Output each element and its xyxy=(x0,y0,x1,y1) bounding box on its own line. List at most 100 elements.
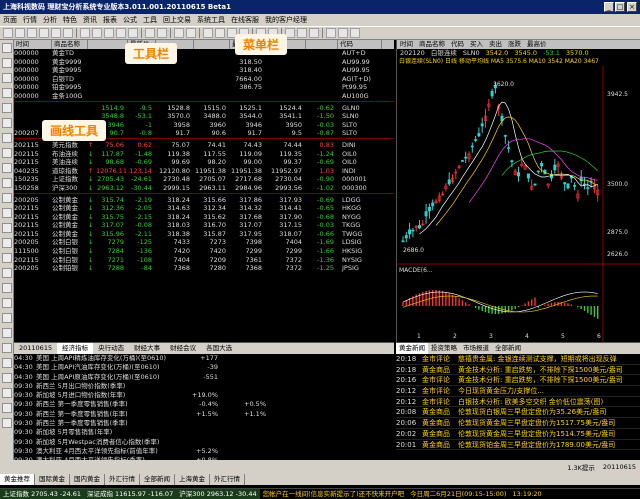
quote-row[interactable]: 000000 黄金9999 318.50 AU99.99 xyxy=(14,58,394,67)
quote-row[interactable]: 202115 美元指数 ↑ 75.06 0.62 75.07 74.41 74.43 74.44… xyxy=(14,140,394,150)
econ-row[interactable]: 09:30 新西兰 第一季度零售销售(季率) xyxy=(14,419,394,428)
news-tab[interactable]: 市场报道 xyxy=(460,343,492,354)
magnet-tool-icon[interactable] xyxy=(2,373,12,383)
ruler-tool-icon[interactable] xyxy=(2,403,12,413)
zoom-out-icon[interactable] xyxy=(104,28,114,38)
quote-row[interactable]: 202115 公制黄金 ↓ 317.07 -0.08 318.03 316.70 317.07… xyxy=(14,221,394,230)
quote-col-header[interactable] xyxy=(306,40,338,49)
quote-row[interactable]: 000000 金条100G AU100G xyxy=(14,92,394,101)
menu-item-1[interactable]: 行情 xyxy=(20,15,40,25)
econ-tab[interactable]: 央行动态 xyxy=(93,343,129,354)
menu-item-7[interactable]: 工具 xyxy=(140,15,160,25)
quote-row[interactable]: 111500 公制白银 ↓ 7284 -136 7420 7420 7299 7299 -1.66… xyxy=(14,247,394,256)
quote-row[interactable]: 202115 布油连续 ↓ 117.87 -1.48 119.38 117.55 119.09… xyxy=(14,150,394,159)
maximize-button[interactable]: □ xyxy=(615,2,625,12)
chart-icon[interactable] xyxy=(297,28,307,38)
cursor-tool-icon[interactable] xyxy=(2,43,12,53)
bottom-tab[interactable]: 外汇行情 xyxy=(210,474,245,485)
econ-tab[interactable]: 各国大选 xyxy=(201,343,237,354)
quote-row[interactable]: 000000 黄金9995 318.40 AU99.95 xyxy=(14,66,394,75)
news-item[interactable]: 20:18 黄金商品 黄金技术分析: 重启跌势，不排除下探1500美元/盎司 xyxy=(396,365,640,376)
quote-row[interactable]: 202115 公制黄金 ↓ 315.75 -2.15 318.24 315.62 317.68… xyxy=(14,213,394,222)
minimize-button[interactable]: _ xyxy=(604,2,614,12)
econ-row[interactable]: 09:30 新西兰 第一季度零售销售(季率) -0.4% +0.5% xyxy=(14,400,394,409)
pen-tool-icon[interactable] xyxy=(2,418,12,428)
news-item[interactable]: 20:18 金市评论 慈禧贵金属: 金银连续测试支撑，短期或将出现反弹 xyxy=(396,354,640,365)
trend-icon[interactable] xyxy=(128,28,138,38)
calc-icon[interactable] xyxy=(338,28,348,38)
econ-row[interactable]: 09:30 澳大利亚 4月西太平洋领先指标(前值年率) +5.2% xyxy=(14,447,394,456)
quote-col-header[interactable] xyxy=(194,40,230,49)
menu-item-10[interactable]: 在线客服 xyxy=(228,15,262,25)
news-tab[interactable]: 黄金新闻 xyxy=(396,343,428,354)
close-button[interactable]: × xyxy=(627,2,637,12)
news-item[interactable]: 20:06 黄金商品 伦敦现货黄金周三早盘定盘价为1517.75美元/盎司 xyxy=(396,418,640,429)
econ-row[interactable]: 04:30 美国 上周API汽油库存变化(万桶)(至0610) -39 xyxy=(14,363,394,372)
arc-tool-icon[interactable] xyxy=(2,148,12,158)
arrow-icon[interactable] xyxy=(80,28,90,38)
menu-item-4[interactable]: 资讯 xyxy=(80,15,100,25)
menu-item-11[interactable]: 我的客户经理 xyxy=(262,15,310,25)
news-item[interactable]: 20:12 金市评论 今日现货黄金压力/支撑位... xyxy=(396,386,640,397)
econ-row[interactable]: 09:30 新加坡 5月Westpac消费者信心指数(季率) xyxy=(14,438,394,447)
menu-item-5[interactable]: 报表 xyxy=(100,15,120,25)
news-tab[interactable]: 全部新闻 xyxy=(492,343,524,354)
bottom-tab[interactable]: 上海黄金 xyxy=(175,474,210,485)
bottom-tab[interactable]: 国际黄金 xyxy=(35,474,70,485)
econ-tab[interactable]: 财经会议 xyxy=(165,343,201,354)
econ-row[interactable]: 09:30 新西兰 第一季度零售销售(年率) +1.5% +1.1% xyxy=(14,410,394,419)
right-icon[interactable] xyxy=(215,28,225,38)
news-icon[interactable] xyxy=(326,28,336,38)
help-icon[interactable] xyxy=(186,28,196,38)
quote-row[interactable]: 200205 公制铂银 ↓ 7288 -84 7368 7280 7368 7372 -1.25 J… xyxy=(14,264,394,273)
cut-icon[interactable] xyxy=(39,28,49,38)
quote-row[interactable]: 000000 铂金9995 386.75 Pt99.95 xyxy=(14,83,394,92)
econ-row[interactable]: 04:30 美国 上周API精炼油库存变化(万桶)(至0610) +177 xyxy=(14,354,394,363)
up-mark-tool-icon[interactable] xyxy=(2,193,12,203)
quote-row[interactable]: 150235 上证指数 ↓ 2705.43 -24.61 2730.48 2705.07 27… xyxy=(14,175,394,184)
quote-col-header[interactable]: 代码 xyxy=(338,40,382,49)
bottom-tab[interactable]: 国内黄金 xyxy=(70,474,105,485)
info-icon[interactable] xyxy=(174,28,184,38)
bar-icon[interactable] xyxy=(145,28,155,38)
down-mark-tool-icon[interactable] xyxy=(2,208,12,218)
channel-tool-icon[interactable] xyxy=(2,88,12,98)
quote-row[interactable]: 1514.9 -9.5 1528.8 1515.0 1525.1 1524.4 -0.62 G… xyxy=(14,104,394,113)
news-item[interactable]: 20:16 金市评论 黄金技术分析: 重启跌势，不排除下探1500美元/盎司 xyxy=(396,375,640,387)
news-item[interactable]: 20:02 黄金商品 伦敦现货黄金周三早盘定盘价为1514.75美元/盎司 xyxy=(396,429,640,440)
menu-item-0[interactable]: 页面 xyxy=(0,15,20,25)
econ-row[interactable]: 09:30 新西兰 5月出口物价指数(季率) xyxy=(14,382,394,391)
gann-tool-icon[interactable] xyxy=(2,253,12,263)
ellipse-tool-icon[interactable] xyxy=(2,133,12,143)
quote-row[interactable]: 150258 沪深300 ↓ 2963.12 -30.44 2999.15 2963.11 2… xyxy=(14,184,394,193)
alarm-icon[interactable] xyxy=(309,28,319,38)
quote-col-header[interactable]: 时间 xyxy=(14,40,52,49)
quote-col-header[interactable] xyxy=(88,40,128,49)
quote-row[interactable]: 202115 公制黄金 ↓ 315.96 -2.11 318.38 315.87 317.95… xyxy=(14,230,394,239)
settings-tool-icon[interactable] xyxy=(2,358,12,368)
news-item[interactable]: 20:01 黄金商品 伦敦现货铂金周三早盘定盘价为1789.00美元/盎司 xyxy=(396,440,640,451)
print-icon[interactable] xyxy=(27,28,37,38)
circle-tool-icon[interactable] xyxy=(2,268,12,278)
cross-tool-icon[interactable] xyxy=(2,388,12,398)
quote-row[interactable]: 202115 公制白银 ↓ 7271 -108 7404 7209 7361 7372 -1.36… xyxy=(14,255,394,265)
bottom-tab[interactable]: 黄金推荐 xyxy=(0,474,35,485)
line-tool-icon[interactable] xyxy=(2,58,12,68)
menu-item-9[interactable]: 系统工具 xyxy=(194,15,228,25)
econ-tab[interactable]: 20110615 xyxy=(14,343,57,354)
wave-tool-icon[interactable] xyxy=(2,283,12,293)
copy-icon[interactable] xyxy=(51,28,61,38)
rect-tool-icon[interactable] xyxy=(2,118,12,128)
hide-tool-icon[interactable] xyxy=(2,343,12,353)
line-icon[interactable] xyxy=(116,28,126,38)
quote-row[interactable]: 000000 白银TD 7664.00 AG(T+D) xyxy=(14,75,394,84)
quote-row[interactable]: 000000黄金TD318.50AUT+D xyxy=(14,49,394,58)
news-tab[interactable]: 投资策略 xyxy=(428,343,460,354)
lock-tool-icon[interactable] xyxy=(2,313,12,323)
menu-item-2[interactable]: 分析 xyxy=(40,15,60,25)
news-item[interactable]: 20:12 金市评论 白银技术分析: 欧美多空交织 金价低位震荡(图) xyxy=(396,397,640,408)
quote-row[interactable]: 202115 公制黄金 ↓ 312.36 -2.05 314.63 312.34 314.32… xyxy=(14,204,394,213)
quote-col-header[interactable]: 商品名称 xyxy=(52,40,88,49)
arrow-mark-tool-icon[interactable] xyxy=(2,178,12,188)
fib-tool-icon[interactable] xyxy=(2,103,12,113)
